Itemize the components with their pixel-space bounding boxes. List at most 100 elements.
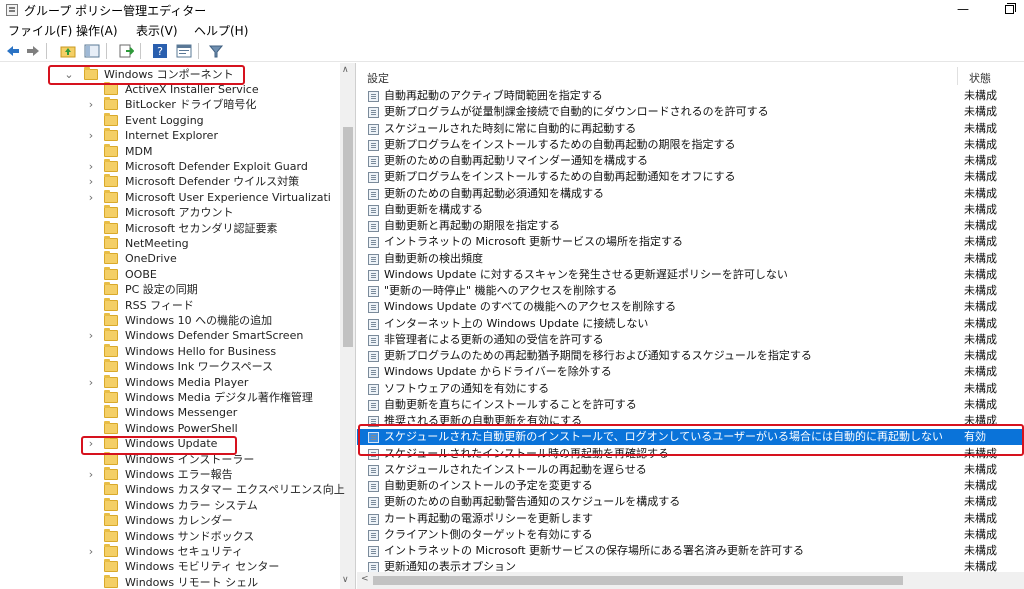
list-row[interactable]: クライアント側のターゲットを有効にする 未構成 [357, 527, 1024, 543]
tree-item[interactable]: Windows 10 への機能の追加 [0, 313, 340, 328]
export-list-icon[interactable] [118, 43, 134, 59]
chevron-right-icon[interactable]: › [86, 128, 96, 143]
tree-item[interactable]: MDM [0, 143, 340, 159]
scrollbar-thumb[interactable] [373, 576, 903, 585]
list-row[interactable]: Windows Update からドライバーを除外する 未構成 [357, 364, 1024, 380]
menu-action[interactable]: 操作(A) [76, 22, 118, 39]
scroll-down-icon[interactable]: ∨ [342, 575, 349, 585]
menu-file[interactable]: ファイル(F) [8, 22, 72, 39]
tree-item[interactable]: Windows モビリティ センター [0, 559, 340, 574]
list-row[interactable]: 更新プログラムのための再起動猶予期間を移行および通知するスケジュールを指定する 未… [357, 348, 1024, 364]
column-header-setting[interactable]: 設定 [367, 70, 389, 86]
chevron-right-icon[interactable]: › [86, 190, 96, 205]
chevron-right-icon[interactable]: › [86, 159, 96, 174]
chevron-right-icon[interactable]: › [86, 328, 96, 343]
tree-item[interactable]: OneDrive [0, 251, 340, 266]
list-row[interactable]: インターネット上の Windows Update に接続しない 未構成 [357, 316, 1024, 332]
help-icon[interactable]: ? [152, 43, 168, 59]
chevron-right-icon[interactable]: › [86, 375, 96, 390]
tree-item[interactable]: Windows リモート シェル [0, 574, 340, 589]
list-row[interactable]: カート再起動の電源ポリシーを更新します 未構成 [357, 511, 1024, 527]
list-row[interactable]: イントラネットの Microsoft 更新サービスの保存場所にある署名済み更新を… [357, 543, 1024, 559]
tree-item[interactable]: Microsoft アカウント [0, 205, 340, 220]
menu-help[interactable]: ヘルプ(H) [194, 22, 248, 39]
tree-scrollbar[interactable]: ∧ ∨ [340, 63, 355, 589]
tree-item[interactable]: Windows サンドボックス [0, 528, 340, 544]
list-row[interactable]: 更新のための自動再起動必須通知を構成する 未構成 [357, 186, 1024, 202]
tree-item[interactable]: Event Logging [0, 112, 340, 128]
tree-item[interactable]: Windows カスタマー エクスペリエンス向上 [0, 482, 345, 497]
tree-item[interactable]: Windows Messenger [0, 405, 340, 420]
tree-item[interactable]: › BitLocker ドライブ暗号化 [0, 97, 340, 112]
chevron-right-icon[interactable]: › [86, 97, 96, 112]
tree-item[interactable]: › Windows Defender SmartScreen [0, 328, 340, 343]
tree-item[interactable]: OOBE [0, 266, 340, 282]
chevron-right-icon[interactable]: › [86, 544, 96, 559]
list-row[interactable]: 更新のための自動再起動リマインダー通知を構成する 未構成 [357, 153, 1024, 169]
tree-item[interactable]: Windows カレンダー [0, 513, 340, 528]
tree-item[interactable]: Windows Media デジタル著作権管理 [0, 390, 340, 405]
column-header-state[interactable]: 状態 [969, 70, 991, 86]
tree-item[interactable]: Windows Hello for Business [0, 343, 340, 359]
tree-item[interactable]: Windows PowerShell [0, 420, 340, 436]
tree-item[interactable]: ActiveX Installer Service [0, 82, 340, 97]
up-folder-icon[interactable] [60, 43, 76, 59]
tree-item[interactable]: NetMeeting [0, 236, 340, 251]
settings-list-pane[interactable]: 設定 状態 自動再起動のアクティブ時間範囲を指定する 未構成 更新プログラムが従量制… [357, 63, 1024, 589]
tree-item[interactable]: › Windows Media Player [0, 374, 340, 390]
list-row[interactable]: イントラネットの Microsoft 更新サービスの場所を指定する 未構成 [357, 234, 1024, 250]
list-row[interactable]: ソフトウェアの通知を有効にする 未構成 [357, 381, 1024, 397]
show-hide-tree-icon[interactable] [84, 43, 100, 59]
chevron-right-icon[interactable]: › [86, 436, 96, 451]
list-row[interactable]: 更新プログラムをインストールするための自動再起動通知をオフにする 未構成 [357, 169, 1024, 185]
filter-icon[interactable] [208, 43, 224, 59]
list-row[interactable]: 自動再起動のアクティブ時間範囲を指定する 未構成 [357, 88, 1024, 104]
list-row[interactable]: 自動更新のインストールの予定を変更する 未構成 [357, 478, 1024, 494]
chevron-right-icon[interactable]: › [86, 467, 96, 482]
list-row[interactable]: Windows Update に対するスキャンを発生させる更新遅延ポリシーを許可… [357, 267, 1024, 283]
list-row[interactable]: 推奨される更新の自動更新を有効にする 未構成 [357, 413, 1024, 429]
tree-item[interactable]: Windows カラー システム [0, 497, 340, 513]
back-arrow-icon[interactable] [5, 43, 21, 59]
tree-pane[interactable]: ⌄ Windows コンポーネント ∧ ∨ ActiveX Installer … [0, 63, 356, 589]
properties-icon[interactable] [176, 43, 192, 59]
menu-view[interactable]: 表示(V) [136, 22, 178, 39]
list-row[interactable]: スケジュールされたインストール時の再起動を再確認する 未構成 [357, 446, 1024, 462]
tree-item[interactable]: Microsoft セカンダリ認証要素 [0, 220, 340, 236]
horizontal-scrollbar[interactable]: < [357, 572, 1024, 589]
tree-item[interactable]: RSS フィード [0, 297, 340, 313]
column-divider[interactable] [957, 67, 958, 85]
restore-button[interactable] [986, 0, 1024, 20]
list-row-selected[interactable]: スケジュールされた自動更新のインストールで、ログオンしているユーザーがいる場合に… [357, 429, 1024, 446]
list-row[interactable]: 自動更新の検出頻度 未構成 [357, 251, 1024, 267]
tree-item[interactable]: › Microsoft User Experience Virtualizati [0, 189, 340, 205]
tree-item[interactable]: › Windows エラー報告 [0, 467, 340, 482]
scrollbar-thumb[interactable] [343, 127, 353, 347]
chevron-right-icon[interactable]: › [86, 174, 96, 189]
list-row[interactable]: 自動更新を直ちにインストールすることを許可する 未構成 [357, 397, 1024, 413]
tree-item[interactable]: Windows インストーラー [0, 451, 340, 467]
tree-item[interactable]: Windows Ink ワークスペース [0, 359, 340, 374]
tree-item[interactable]: › Internet Explorer [0, 128, 340, 143]
list-row[interactable]: スケジュールされたインストールの再起動を遅らせる 未構成 [357, 462, 1024, 478]
minimize-button[interactable]: — [940, 0, 986, 20]
list-row[interactable]: 更新プログラムが従量制課金接続で自動的にダウンロードされるのを許可する 未構成 [357, 104, 1024, 120]
tree-item[interactable]: › Windows Update [0, 436, 340, 451]
tree-item-windows-components[interactable]: ⌄ Windows コンポーネント [0, 67, 340, 82]
chevron-down-icon[interactable]: ⌄ [64, 67, 74, 82]
list-row[interactable]: 非管理者による更新の通知の受信を許可する 未構成 [357, 332, 1024, 348]
scroll-left-icon[interactable]: < [361, 574, 369, 584]
scroll-up-icon[interactable]: ∧ [342, 65, 349, 75]
list-row[interactable]: 更新プログラムをインストールするための自動再起動の期限を指定する 未構成 [357, 137, 1024, 153]
list-row[interactable]: Windows Update のすべての機能へのアクセスを削除する 未構成 [357, 299, 1024, 315]
tree-item[interactable]: › Microsoft Defender ウイルス対策 [0, 174, 340, 189]
list-row[interactable]: 自動更新を構成する 未構成 [357, 202, 1024, 218]
tree-item[interactable]: PC 設定の同期 [0, 282, 340, 297]
list-row[interactable]: 自動更新と再起動の期限を指定する 未構成 [357, 218, 1024, 234]
list-row[interactable]: "更新の一時停止" 機能へのアクセスを削除する 未構成 [357, 283, 1024, 299]
forward-arrow-icon[interactable] [25, 43, 41, 59]
list-row[interactable]: 更新のための自動再起動警告通知のスケジュールを構成する 未構成 [357, 494, 1024, 510]
tree-item[interactable]: › Windows セキュリティ [0, 544, 340, 559]
tree-item[interactable]: › Microsoft Defender Exploit Guard [0, 159, 340, 174]
list-row[interactable]: スケジュールされた時刻に常に自動的に再起動する 未構成 [357, 121, 1024, 137]
